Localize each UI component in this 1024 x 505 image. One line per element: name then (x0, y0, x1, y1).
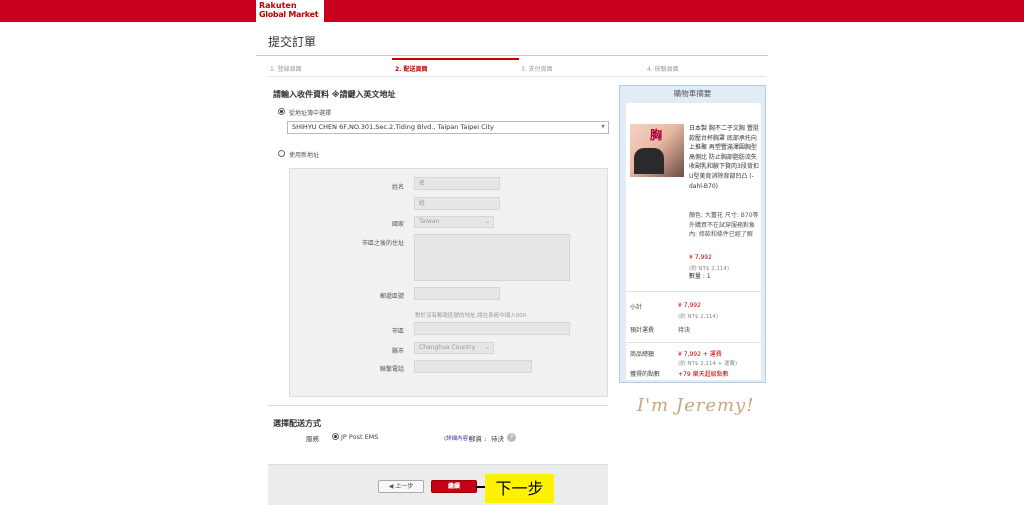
address-book-radio[interactable] (278, 108, 285, 115)
new-address-radio[interactable] (278, 150, 285, 157)
subtotal-twd: (約 NT$ 2,114) (678, 314, 719, 320)
shipping-fee-label: 郵資 : (469, 435, 487, 443)
next-button[interactable]: 繼續 (431, 480, 477, 493)
product-price: ¥ 7,992 (689, 254, 712, 261)
chevron-down-icon: ▼ (601, 124, 605, 130)
step-shipping: 2. 配送頁面 (395, 66, 428, 73)
prev-button[interactable]: ◀ 上一步 (378, 480, 424, 493)
watermark: I'm Jeremy! (637, 395, 755, 416)
first-name-input[interactable]: 名 (414, 177, 500, 190)
logo-line2: Global Market (259, 10, 319, 19)
country-select[interactable]: Taiwan ⌄ (414, 216, 494, 228)
city-input[interactable] (414, 322, 570, 335)
shipping-fee-value: 待決 (491, 435, 504, 443)
county-label: 縣市 (391, 348, 404, 355)
subtotal-label: 小計 (630, 304, 643, 311)
chevron-down-icon: ⌄ (484, 344, 490, 351)
shipping-method-value: JP Post EMS (341, 433, 379, 441)
phone-input[interactable] (414, 360, 532, 373)
last-name-input[interactable]: 姓 (414, 197, 500, 210)
product-options: 顏色: 大薑花 尺寸: B70等外購買不在試穿服務對象內: 修款和條件已經了解 (689, 212, 759, 239)
step-verify: 4. 核驗頁面 (647, 66, 679, 73)
steps-divider (268, 76, 766, 77)
phone-label: 聯繫電話 (379, 366, 404, 373)
shipping-method-label: 服務 (306, 435, 319, 443)
thumb-figure (634, 148, 664, 174)
subtotal-value: ¥ 7,992 (678, 302, 701, 309)
product-qty: 數量 : 1 (689, 273, 711, 280)
address-textarea[interactable] (414, 234, 570, 281)
product-thumbnail[interactable]: 胸 (630, 124, 684, 177)
shipping-detail-link[interactable]: (詳細內容) (444, 434, 470, 442)
address-label: 市區之後的住址 (361, 240, 404, 247)
step-login: 1. 登錄頁面 (270, 66, 302, 73)
address-heading: 請輸入收件資料 ※請鍵入英文地址 (273, 90, 396, 99)
new-address-label: 使用新地址 (289, 152, 320, 159)
step-payment: 3. 支付頁面 (521, 66, 553, 73)
page-title: 提交訂單 (268, 35, 317, 49)
cart-divider-1 (626, 291, 761, 292)
total-twd: (約 NT$ 2,114 + 運費) (678, 361, 738, 367)
country-label: 國家 (391, 221, 404, 228)
checkout-steps: 1. 登錄頁面 2. 配送頁面 3. 支付頁面 4. 核驗頁面 (268, 58, 766, 74)
title-divider (256, 55, 768, 56)
selected-address: SHIHYU CHEN 6F,NO.301,Sec.2,Tiding Blvd.… (292, 123, 494, 131)
product-description[interactable]: 日本製 胸不二子文胸 豐挺款壓台杯胸罩 底部承托向上推聚 再塑豐滿澤圓胸型 高側… (689, 124, 761, 191)
name-label: 姓名 (391, 184, 404, 191)
next-step-annotation: 下一步 (485, 474, 554, 503)
shipping-est-label: 預計運費 (630, 327, 655, 334)
thumb-text: 胸 (650, 128, 663, 142)
cart-divider-2 (626, 342, 761, 343)
city-label: 市區 (391, 328, 404, 335)
shipping-est-value: 待決 (678, 327, 691, 334)
total-label: 商品總額 (630, 351, 655, 358)
points-label: 獲得的點數 (630, 371, 661, 378)
points-value: +79 樂天超級點數 (678, 371, 729, 378)
country-value: Taiwan (419, 218, 440, 225)
top-bar (0, 0, 1024, 22)
address-book-select[interactable]: SHIHYU CHEN 6F,NO.301,Sec.2,Tiding Blvd.… (287, 121, 609, 134)
county-select[interactable]: Changhua Country ⌄ (414, 342, 494, 354)
cart-title: 購物車摘要 (673, 89, 712, 98)
total-value: ¥ 7,992 + 運費 (678, 351, 722, 358)
section-divider (268, 405, 608, 406)
postal-label: 郵遞區號 (379, 293, 404, 300)
rakuten-logo[interactable]: Rakuten Global Market (256, 0, 324, 22)
logo-line1: Rakuten (259, 1, 297, 10)
shipping-heading: 選擇配送方式 (273, 419, 321, 428)
county-value: Changhua Country (419, 344, 476, 351)
postal-input[interactable] (414, 287, 500, 300)
help-icon[interactable]: ? (507, 433, 516, 442)
ems-radio[interactable] (332, 433, 339, 440)
address-book-label: 從地址簿中選擇 (289, 110, 332, 117)
chevron-down-icon: ⌄ (484, 218, 490, 225)
product-price-twd: (約 NT$ 2,114) (689, 266, 730, 272)
active-step-bar (392, 58, 519, 60)
postal-note: 對於沒有郵政區號的地址,請在系統中填入000 (415, 313, 527, 319)
